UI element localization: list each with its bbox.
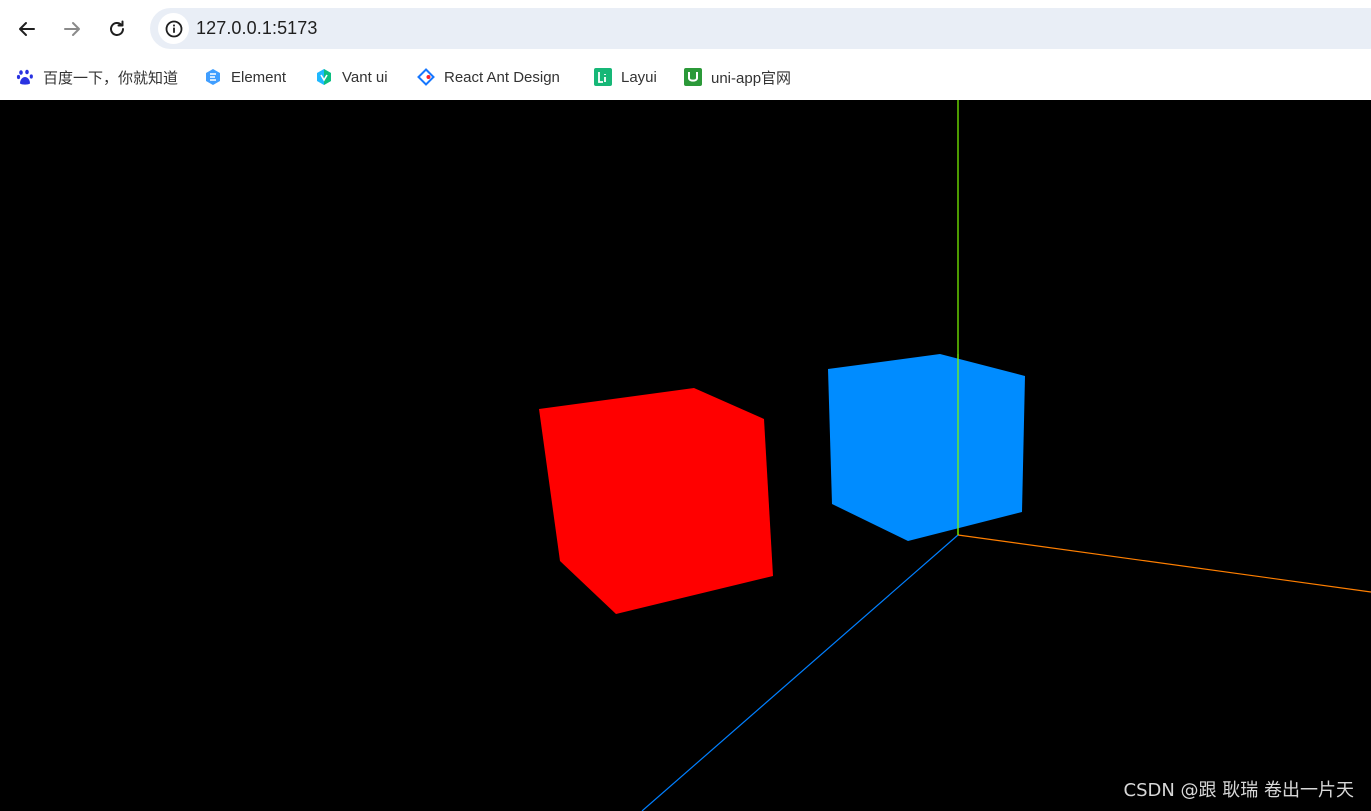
- vant-hexagon-icon: [317, 69, 331, 85]
- bookmark-label: Layui: [621, 68, 657, 86]
- bookmark-label: Vant ui: [342, 68, 388, 86]
- red-cube[interactable]: [539, 388, 773, 614]
- bookmark-element[interactable]: Element: [204, 65, 286, 89]
- csdn-watermark: CSDN @跟 耿瑞 卷出一片天: [1123, 780, 1354, 801]
- bookmarks-bar: 百度一下，你就知道 Element Vant ui React Ant Desi…: [0, 60, 1371, 94]
- browser-toolbar: 127.0.0.1:5173 百度一下，你就知道 Element Vant ui…: [0, 0, 1371, 100]
- bookmark-label: uni-app官网: [711, 69, 792, 87]
- bookmark-label: Element: [231, 68, 287, 86]
- bookmark-uniapp[interactable]: uni-app官网: [684, 65, 791, 89]
- site-info-button[interactable]: [158, 13, 189, 44]
- three-scene: [539, 100, 1371, 811]
- address-bar[interactable]: 127.0.0.1:5173: [150, 8, 1371, 49]
- element-hexagon-icon: [206, 69, 220, 85]
- bookmark-baidu[interactable]: 百度一下，你就知道: [16, 65, 178, 89]
- url-text[interactable]: 127.0.0.1:5173: [196, 18, 318, 39]
- bookmark-label: React Ant Design: [444, 68, 560, 86]
- layui-icon: [594, 68, 612, 86]
- forward-button[interactable]: [55, 12, 89, 46]
- reload-button[interactable]: [100, 12, 134, 46]
- arrow-left-icon: [19, 22, 35, 36]
- browser-window: 127.0.0.1:5173 百度一下，你就知道 Element Vant ui…: [0, 0, 1371, 811]
- blue-cube[interactable]: [828, 354, 1025, 541]
- info-icon: [165, 20, 182, 37]
- bookmark-layui[interactable]: Layui: [594, 65, 657, 89]
- baidu-paw-icon: [16, 69, 33, 85]
- bookmark-vant[interactable]: Vant ui: [315, 65, 388, 89]
- x-axis-line: [957, 534, 1371, 593]
- webgl-canvas[interactable]: CSDN @跟 耿瑞 卷出一片天: [0, 100, 1371, 811]
- uniapp-u-icon: [684, 68, 702, 86]
- reload-icon: [110, 20, 124, 36]
- back-button[interactable]: [10, 12, 44, 46]
- bookmark-label: 百度一下，你就知道: [43, 69, 179, 87]
- ant-design-diamond-icon: [417, 68, 435, 86]
- bookmark-react-ant-design[interactable]: React Ant Design: [417, 65, 560, 89]
- arrow-right-icon: [64, 22, 80, 36]
